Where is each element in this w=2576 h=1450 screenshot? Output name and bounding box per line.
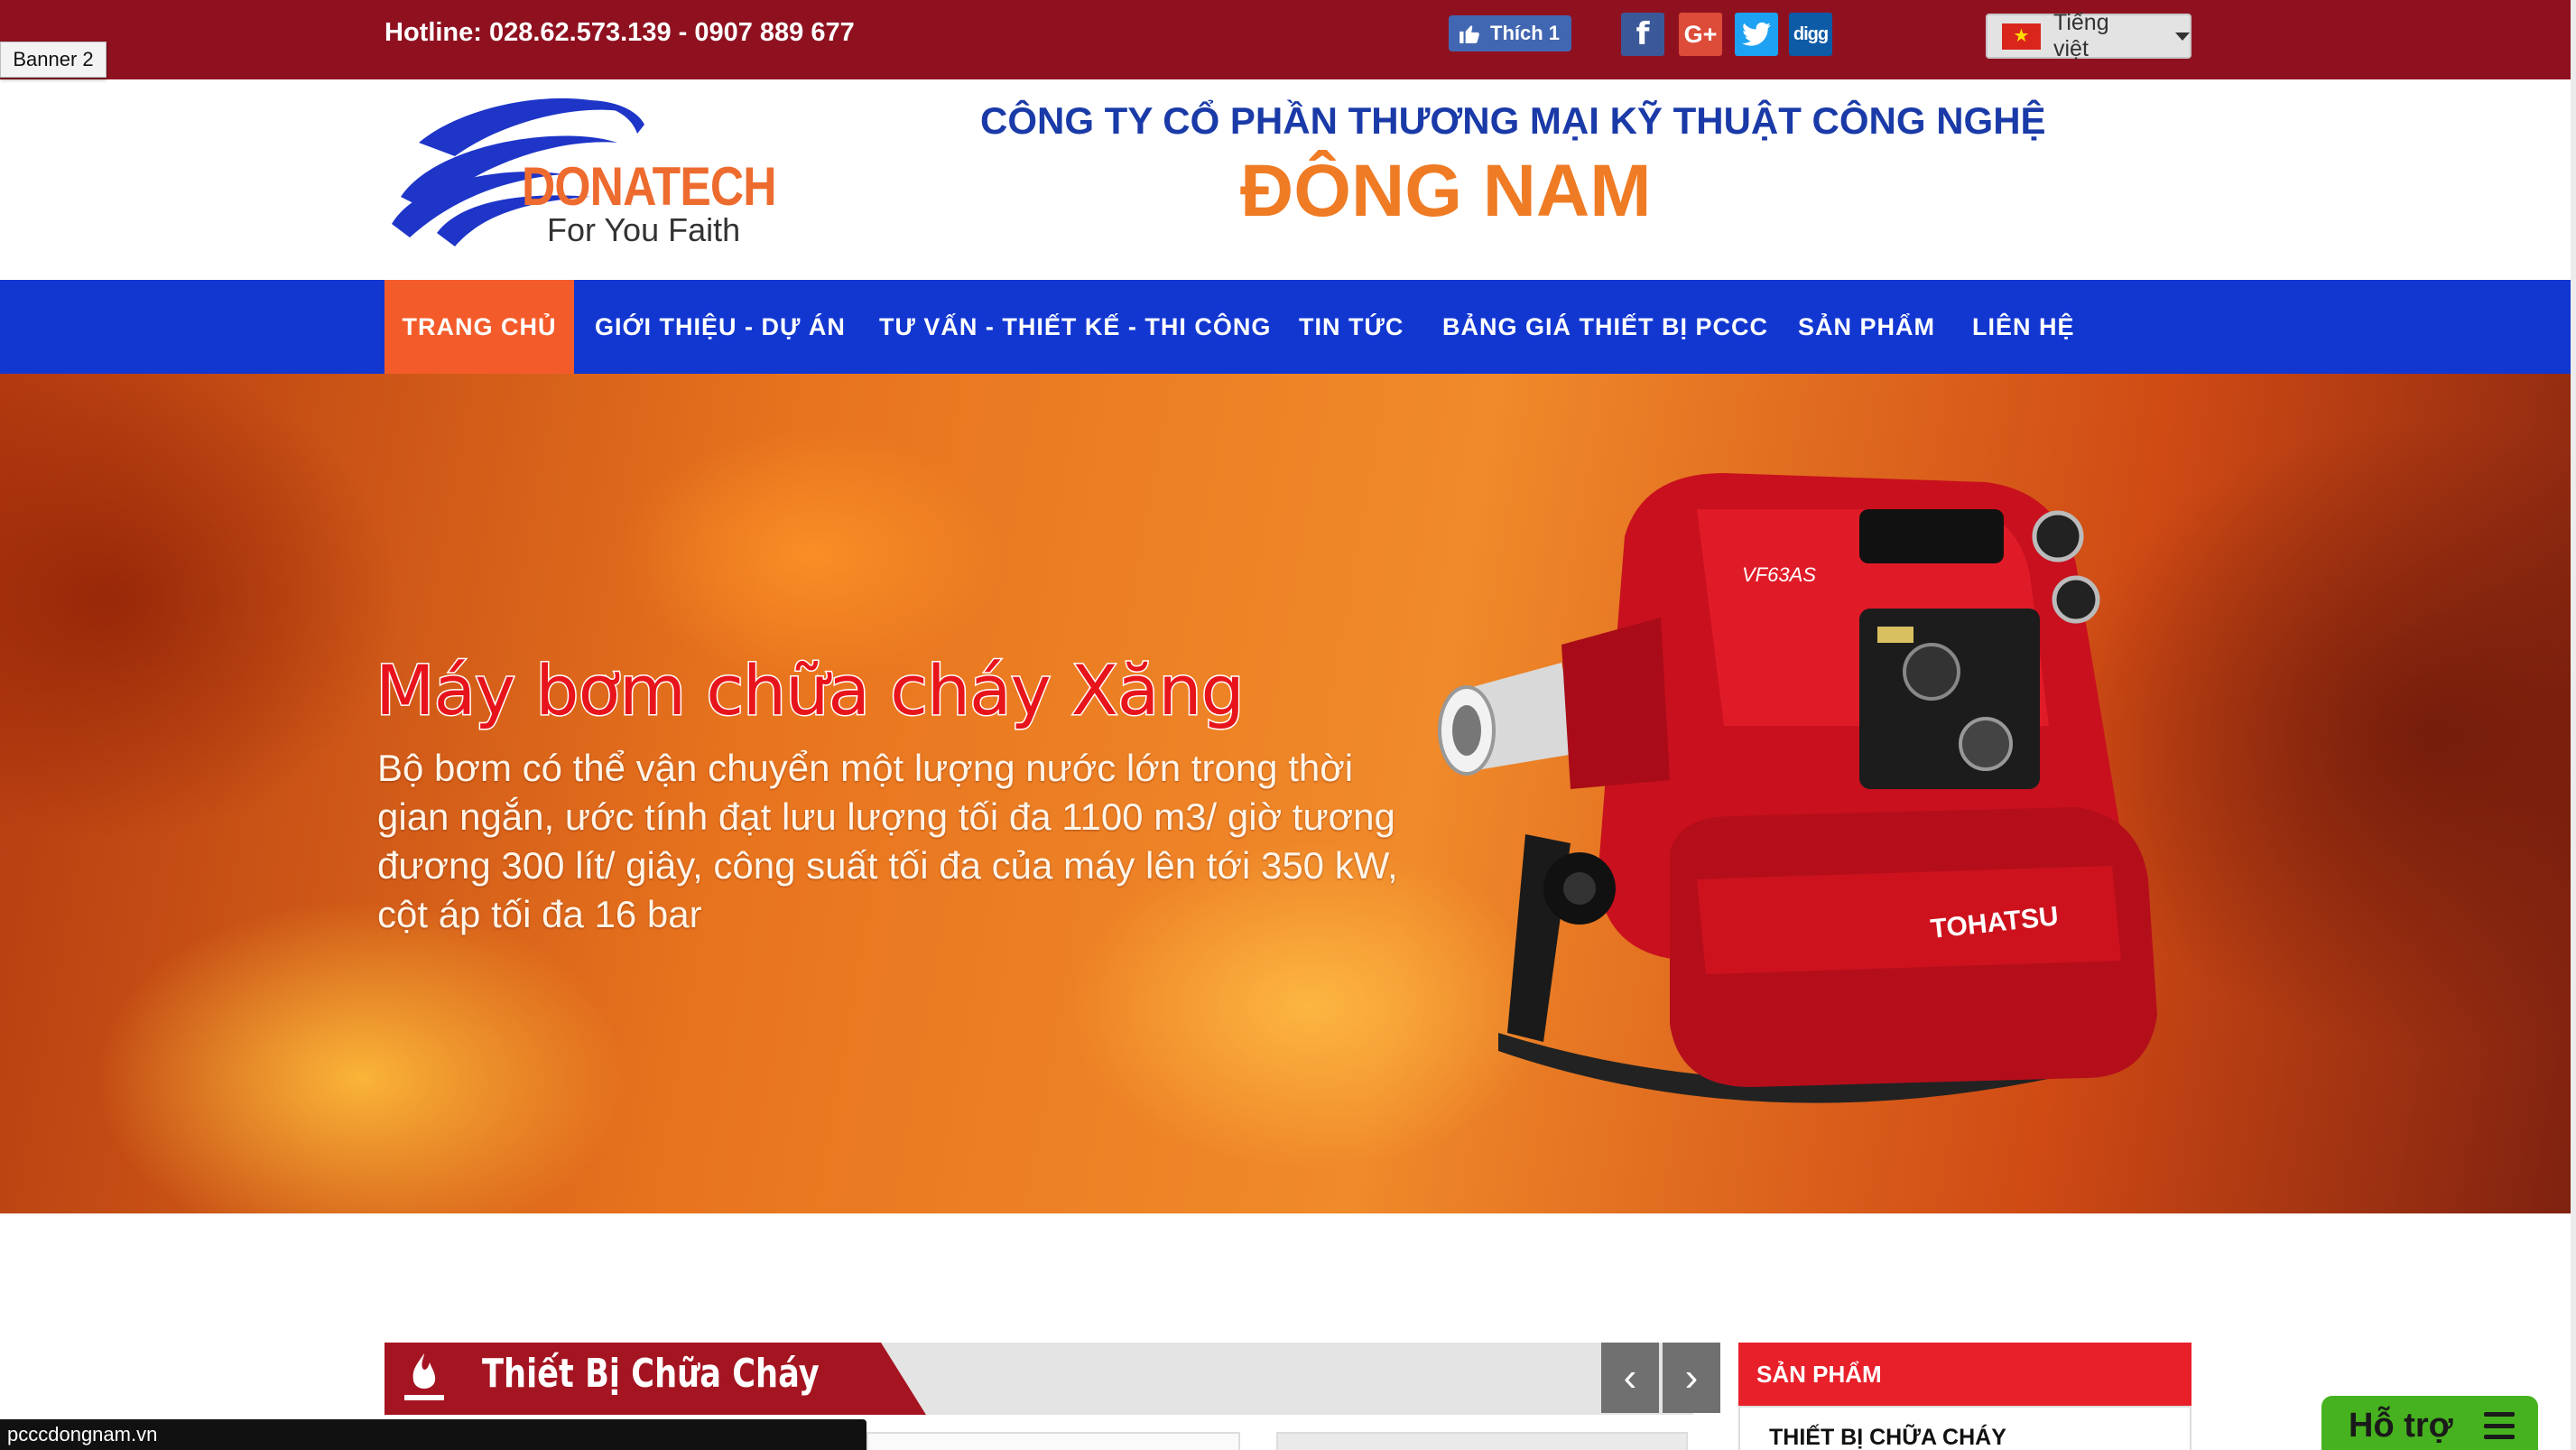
nav-item-consulting[interactable]: TƯ VẤN - THIẾT KẾ - THI CÔNG	[879, 280, 1271, 374]
facebook-icon[interactable]: f	[1621, 13, 1664, 56]
product-card[interactable]	[866, 1432, 1240, 1450]
nav-item-home[interactable]: TRANG CHỦ	[385, 280, 574, 374]
nav-item-pricelist[interactable]: BẢNG GIÁ THIẾT BỊ PCCC	[1442, 280, 1768, 374]
hero-title: Máy bơm chữa cháy Xăng	[375, 649, 1246, 732]
top-bar: Hotline: 028.62.573.139 - 0907 889 677 T…	[0, 0, 2576, 79]
logo-tagline: For You Faith	[547, 211, 741, 248]
google-plus-icon[interactable]: G+	[1679, 13, 1722, 56]
chevron-left-icon[interactable]: ‹	[1601, 1343, 1659, 1413]
sidebar-item-fire-equipment[interactable]: THIẾT BỊ CHỮA CHÁY	[1769, 1425, 2006, 1450]
status-url: pcccdongnam.vn	[0, 1419, 866, 1450]
logo-name: DONATECH	[522, 156, 777, 217]
hero-description: Bộ bơm có thể vận chuyển một lượng nước …	[377, 747, 1398, 935]
nav-item-contact[interactable]: LIÊN HỆ	[1972, 280, 2075, 374]
hotline-text: Hotline: 028.62.573.139 - 0907 889 677	[385, 18, 855, 47]
support-label: Hỗ trợ	[2349, 1406, 2453, 1445]
nav-item-products[interactable]: SẢN PHẨM	[1798, 280, 1935, 374]
menu-icon	[2484, 1412, 2515, 1439]
support-button[interactable]: Hỗ trợ	[2321, 1396, 2538, 1450]
page-scrollbar[interactable]	[2571, 0, 2576, 1450]
language-select[interactable]: ★ Tiếng việt	[1986, 10, 2191, 61]
twitter-icon[interactable]	[1735, 13, 1778, 56]
main-nav: TRANG CHỦ GIỚI THIỆU - DỰ ÁN TƯ VẤN - TH…	[0, 280, 2576, 374]
fire-extinguisher-icon	[404, 1353, 444, 1400]
banner-tag: Banner 2	[0, 42, 107, 78]
sidebar-heading: SẢN PHẨM	[1738, 1343, 2191, 1406]
company-name-line1: CÔNG TY CỔ PHẦN THƯƠNG MẠI KỸ THUẬT CÔNG…	[980, 99, 2046, 142]
language-label: Tiếng việt	[2053, 10, 2109, 61]
digg-icon[interactable]: digg	[1789, 13, 1832, 56]
company-name-line2: ĐÔNG NAM	[1240, 150, 1652, 232]
facebook-like-button[interactable]: Thích 1	[1449, 15, 1571, 51]
caret-down-icon	[2175, 32, 2190, 41]
hero-banner[interactable]: Máy bơm chữa cháy Xăng Bộ bơm có thể vận…	[0, 374, 2576, 1213]
twitter-bird-shape	[1742, 22, 1771, 46]
vietnam-flag-icon: ★	[2002, 23, 2041, 50]
product-card[interactable]	[1276, 1432, 1688, 1450]
like-label: Thích 1	[1490, 22, 1561, 44]
nav-item-news[interactable]: TIN TỨC	[1299, 280, 1404, 374]
pump-model-label: VF63AS	[1742, 563, 1816, 586]
section-title: Thiết Bị Chữa Cháy	[482, 1351, 820, 1397]
thumbs-up-icon	[1459, 25, 1479, 43]
fire-pump-image: TOHATSU VF63AS	[1438, 473, 2157, 1103]
chevron-right-icon[interactable]: ›	[1663, 1343, 1720, 1413]
nav-item-about[interactable]: GIỚI THIỆU - DỰ ÁN	[595, 280, 846, 374]
